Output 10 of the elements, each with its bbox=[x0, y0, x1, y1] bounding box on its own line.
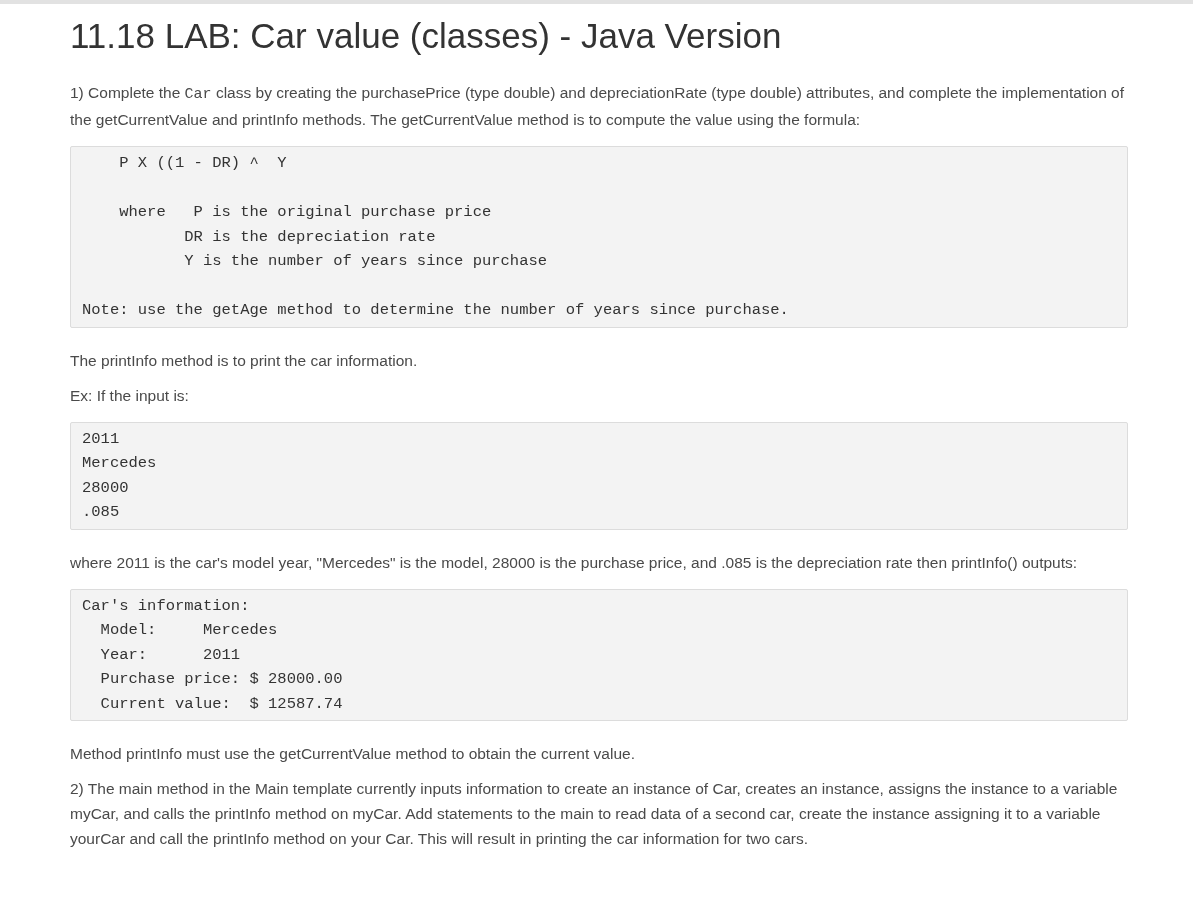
paragraph: Ex: If the input is: bbox=[70, 385, 190, 406]
paragraph: The printInfo method is to print the car information. bbox=[70, 350, 419, 371]
code-block: 2011 Mercedes 28000 .085 bbox=[70, 421, 1128, 530]
code-block: P X ((1 - DR) ^ Y where P is the original purchase price DR is the depreciation rate Y is the number of years since purchase Note: use the getAge method to determine the number of years since purchase. bbox=[70, 146, 1128, 328]
code-block: Car's information: Model: Mercedes Year: 2011 Purchase price: $ 28000.00 Current value: $ 12587.74 bbox=[70, 588, 1128, 721]
paragraph: 1) Complete the Car class by creating the purchasePrice (type double) and depreciationRate (type double) attributes, and complete the implementation of the getCurrentValue and printInfo methods. The getCurrentValue method is to compute the value using the formula: bbox=[70, 83, 1126, 130]
paragraph: 2) The main method in the Main template currently inputs information to create an instance of Car, creates an instance, assigns the instance to a variable myCar, and calls the printInfo method on myCar. Add statements to the main to read data of a second car, create the instance assigning it to a variable yourCar and call the printInfo method on your Car. This will result in printing the car information for two cars. bbox=[70, 779, 1119, 849]
paragraph: where 2011 is the car's model year, "Mercedes" is the model, 28000 is the purchase price, and .085 is the depreciation rate then printInfo() outputs: bbox=[70, 552, 1079, 573]
page-title: 11.18 LAB: Car value (classes) - Java Version bbox=[70, 16, 783, 56]
paragraph: Method printInfo must use the getCurrentValue method to obtain the current value. bbox=[70, 744, 636, 764]
